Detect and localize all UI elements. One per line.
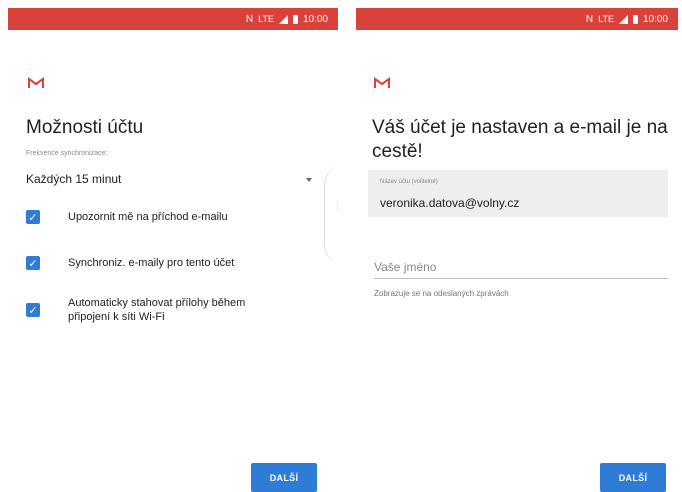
battery-icon — [632, 14, 638, 24]
attachments-checkbox-label: Automaticky stahovat přílohy během připo… — [68, 297, 246, 323]
gmail-icon — [374, 77, 390, 88]
sync-checkbox-row[interactable]: ✓ Synchroniz. e-maily pro tento účet — [26, 256, 308, 270]
sync-frequency-dropdown[interactable]: Každých 15 minut — [26, 172, 121, 186]
status-bar: N LTE 10:00 — [8, 8, 338, 30]
account-setup-screen: N LTE 10:00 Váš účet je nastaven a e-mai… — [356, 0, 678, 492]
your-name-input[interactable]: Vaše jméno — [374, 260, 436, 274]
checkbox-checked-icon[interactable]: ✓ — [26, 256, 40, 270]
next-screen-edge — [324, 165, 338, 265]
battery-icon — [292, 14, 298, 24]
lte-indicator: LTE — [258, 14, 274, 24]
next-button[interactable]: DALŠÍ — [600, 463, 666, 492]
checkbox-checked-icon[interactable]: ✓ — [26, 303, 40, 317]
sync-checkbox-label: Synchroniz. e-maily pro tento účet — [68, 257, 235, 269]
network-indicator: N — [585, 13, 594, 25]
status-bar: N LTE 10:00 — [356, 8, 678, 30]
network-indicator: N — [245, 13, 254, 25]
clock: 10:00 — [642, 13, 668, 25]
sync-frequency-label: Frekvence synchronizace: — [26, 150, 108, 157]
gmail-icon — [28, 77, 44, 88]
account-options-screen: N LTE 10:00 Možnosti účtu Frekvence sync… — [8, 0, 338, 492]
account-name-value[interactable]: veronika.datova@volny.cz — [380, 196, 519, 210]
your-name-underline — [374, 278, 668, 279]
page-title: Váš účet je nastaven a e-mail je na cest… — [372, 117, 668, 162]
checkbox-checked-icon[interactable]: ✓ — [26, 210, 40, 224]
your-name-helper: Zobrazuje se na odeslaných zprávách — [374, 289, 509, 298]
next-button[interactable]: DALŠÍ — [251, 463, 317, 492]
lte-indicator: LTE — [598, 14, 614, 24]
account-name-label: Název účtu (volitelné) — [380, 179, 438, 185]
attachments-checkbox-row[interactable]: ✓ Automaticky stahovat přílohy během při… — [26, 296, 283, 324]
signal-icon — [618, 14, 628, 24]
drag-handle-icon: ⋮ — [333, 201, 338, 212]
signal-icon — [278, 14, 288, 24]
notify-checkbox-label: Upozornit mě na příchod e-mailu — [68, 211, 228, 223]
account-name-field[interactable]: Název účtu (volitelné) veronika.datova@v… — [368, 170, 668, 217]
notify-checkbox-row[interactable]: ✓ Upozornit mě na příchod e-mailu — [26, 210, 308, 224]
page-title: Možnosti účtu — [26, 117, 144, 138]
clock: 10:00 — [302, 13, 328, 25]
dropdown-caret-icon[interactable] — [306, 178, 312, 182]
